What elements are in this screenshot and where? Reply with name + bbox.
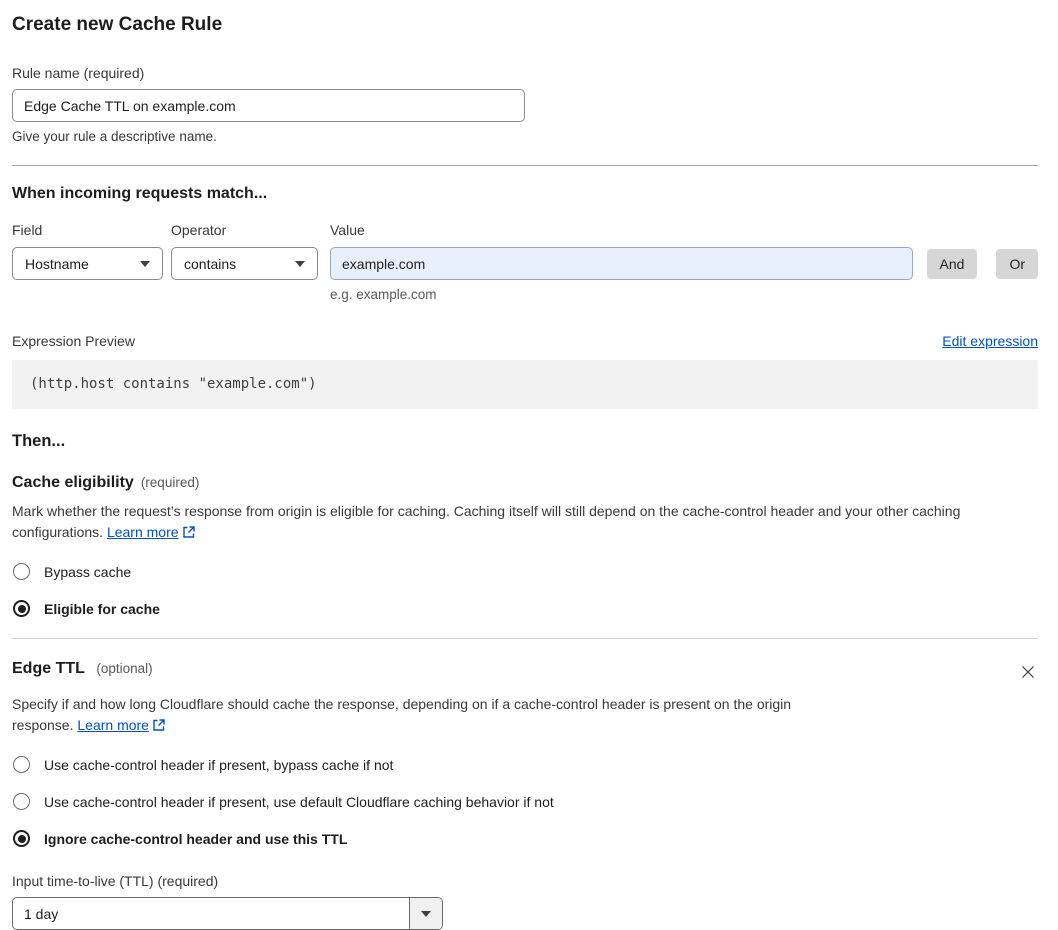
operator-label: Operator <box>171 222 227 238</box>
field-select[interactable]: Hostname <box>12 247 163 280</box>
external-link-icon <box>182 526 195 539</box>
radio-use-cache-control-bypass[interactable]: Use cache-control header if present, byp… <box>12 756 1038 774</box>
field-label: Field <box>12 222 43 238</box>
optional-note: (optional) <box>96 661 153 677</box>
close-edge-ttl-button[interactable] <box>1018 662 1038 685</box>
required-note: (required) <box>140 475 200 491</box>
and-button[interactable]: And <box>926 248 978 279</box>
close-icon <box>1022 666 1034 679</box>
expression-preview-label: Expression Preview <box>12 333 135 349</box>
chevron-down-icon <box>140 260 150 267</box>
edge-ttl-description: Specify if and how long Cloudflare shoul… <box>12 694 847 736</box>
chevron-down-icon <box>421 910 431 917</box>
radio-label: Use cache-control header if present, byp… <box>44 756 394 773</box>
operator-select[interactable]: contains <box>171 247 318 280</box>
value-input[interactable] <box>330 247 913 280</box>
radio-label: Eligible for cache <box>44 600 160 617</box>
radio-circle-icon <box>13 830 30 848</box>
edit-expression-link[interactable]: Edit expression <box>942 333 1038 349</box>
radio-circle-icon <box>13 600 30 618</box>
ttl-label: Input time-to-live (TTL) (required) <box>12 873 219 890</box>
field-select-value: Hostname <box>25 255 89 272</box>
value-help: e.g. example.com <box>330 287 437 302</box>
ttl-select[interactable]: 1 day <box>12 897 443 930</box>
match-controls-row: Hostname contains And Or <box>12 247 1038 280</box>
radio-use-cache-control-default[interactable]: Use cache-control header if present, use… <box>12 793 1038 811</box>
rule-name-help: Give your rule a descriptive name. <box>12 129 217 144</box>
section-divider <box>12 638 1038 640</box>
external-link-icon <box>153 719 165 732</box>
radio-bypass-cache[interactable]: Bypass cache <box>12 563 1038 581</box>
or-button[interactable]: Or <box>996 248 1038 279</box>
rule-name-group: Rule name (required) Give your rule a de… <box>12 65 1038 144</box>
section-divider <box>12 165 1038 166</box>
learn-more-link[interactable]: Learn more <box>107 524 179 540</box>
operator-select-value: contains <box>184 255 237 272</box>
radio-circle-icon <box>13 793 30 811</box>
match-section-heading: When incoming requests match... <box>12 185 268 202</box>
cache-eligibility-heading: Cache eligibility <box>12 474 134 492</box>
edge-ttl-heading-row: Edge TTL (optional) <box>12 660 1038 685</box>
ttl-select-value: 1 day <box>24 905 59 922</box>
rule-name-label: Rule name (required) <box>12 65 145 81</box>
expression-code: (http.host contains "example.com") <box>12 360 1038 410</box>
learn-more-link[interactable]: Learn more <box>77 717 149 733</box>
cache-eligibility-description: Mark whether the request’s response from… <box>12 501 1038 543</box>
radio-label: Ignore cache-control header and use this… <box>44 830 348 847</box>
then-heading: Then... <box>12 432 66 451</box>
chevron-down-icon <box>295 260 305 267</box>
radio-circle-icon <box>13 563 30 581</box>
value-label: Value <box>330 222 365 238</box>
ttl-select-arrow-button[interactable] <box>409 898 442 930</box>
match-labels-row: Field Operator Value <box>12 222 1038 238</box>
rule-name-input[interactable] <box>12 89 525 122</box>
edge-ttl-heading: Edge TTL <box>12 660 85 678</box>
radio-label: Use cache-control header if present, use… <box>44 793 554 810</box>
radio-ignore-cache-control[interactable]: Ignore cache-control header and use this… <box>12 830 1038 848</box>
radio-eligible-for-cache[interactable]: Eligible for cache <box>12 600 1038 618</box>
cache-eligibility-heading-row: Cache eligibility (required) <box>12 474 1038 492</box>
expression-preview-row: Expression Preview Edit expression <box>12 333 1038 349</box>
radio-label: Bypass cache <box>44 563 132 580</box>
radio-circle-icon <box>13 756 30 774</box>
page-title: Create new Cache Rule <box>12 14 223 35</box>
